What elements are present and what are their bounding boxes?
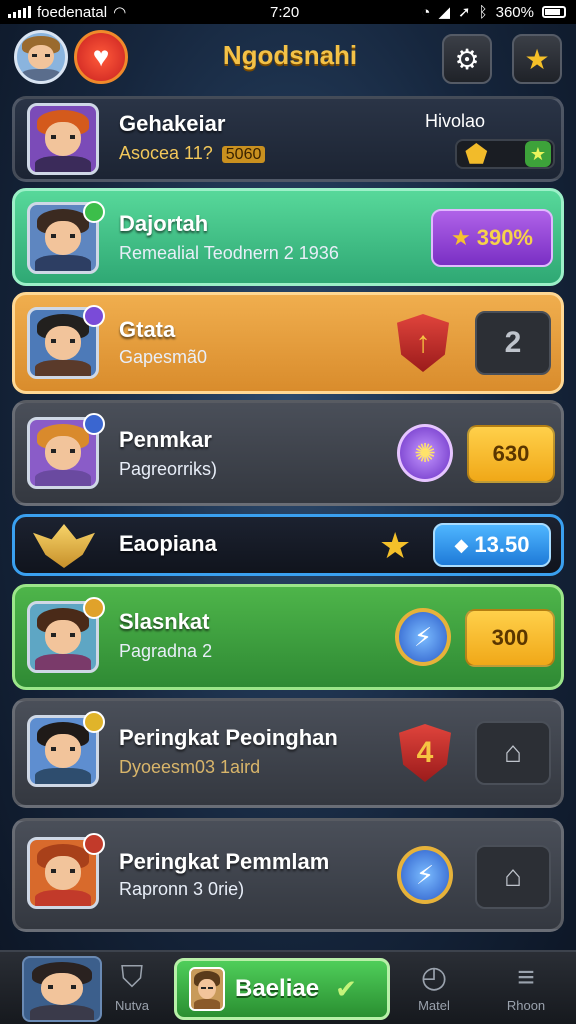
player-subtitle: Asocea 11? 5060 xyxy=(119,143,266,164)
player-name: Slasnkat xyxy=(119,609,210,634)
player-subtitle: Gapesmã0 xyxy=(119,347,208,367)
status-dot-icon xyxy=(83,201,105,223)
gem-icon: ◆ xyxy=(454,534,469,555)
status-bar: foedenatal ◠ 7:20 ◔ ◢ ➚ ᛒ 360% xyxy=(0,0,576,24)
clock-icon: ◴ xyxy=(420,961,448,994)
alarm-icon: ◔ xyxy=(421,3,431,21)
list-item[interactable]: Slasnkat Pagradna 2 ⚡ 300 xyxy=(12,584,564,690)
check-icon: ✔ xyxy=(335,973,357,1004)
status-dot-icon xyxy=(83,305,105,327)
list-item[interactable]: Gehakeiar Asocea 11? 5060 Hivolao ⬟ ★ xyxy=(12,96,564,182)
player-name: Gtata xyxy=(119,317,176,342)
wifi-icon: ◠ xyxy=(113,4,127,21)
lightning-orb-icon: ⚡ xyxy=(397,845,453,905)
reward-button[interactable]: 300 xyxy=(465,609,555,667)
player-subtitle: Pagreorriks) xyxy=(119,459,218,479)
nav-item-rhoon[interactable]: ≡ Rhoon xyxy=(486,958,566,1013)
star-icon: ★ xyxy=(450,225,471,250)
reward-button[interactable]: ★ 390% xyxy=(431,209,553,267)
signal-icon xyxy=(8,6,31,18)
reward-value: 390% xyxy=(476,225,533,250)
player-name: Peringkat Pemmlam xyxy=(119,849,330,874)
status-dot-icon xyxy=(83,413,105,435)
star-icon[interactable]: ★ xyxy=(512,34,562,84)
list-item-highlighted[interactable]: Eaopiana ★ ◆ 13.50 xyxy=(12,514,564,576)
bluetooth-icon: ᛒ xyxy=(478,3,488,21)
page-title: Ngodsnahi xyxy=(222,40,358,70)
list-item[interactable]: Penmkar Pagreorriks) ✺ 630 xyxy=(12,400,564,506)
reward-value: 13.50 xyxy=(474,532,530,557)
player-name: Penmkar xyxy=(119,427,212,452)
list-item[interactable]: Peringkat Pemmlam Rapronn 3 0rie) ⚡ ⌂ xyxy=(12,818,564,932)
shield-icon: ⬟ xyxy=(465,139,488,169)
nav-item-nutva[interactable]: ⛉ Nutva xyxy=(92,958,172,1013)
player-name: Gehakeiar xyxy=(119,111,226,136)
progress-bar: ⬟ ★ xyxy=(455,139,555,169)
menu-icon: ≡ xyxy=(517,961,535,994)
reward-value: 630 xyxy=(492,441,530,466)
locked-slot[interactable]: ⌂ xyxy=(475,721,551,785)
score-tag: 5060 xyxy=(221,146,266,163)
list-item[interactable]: Peringkat Peoinghan Dyoeesm03 1aird 4 ⌂ xyxy=(12,698,564,808)
rank-label: Hivolao xyxy=(425,111,486,131)
gem-orb-icon: ✺ xyxy=(397,423,453,483)
nav-avatar[interactable] xyxy=(22,956,102,1022)
status-dot-icon xyxy=(83,833,105,855)
avatar xyxy=(27,103,99,175)
reward-button[interactable]: ◆ 13.50 xyxy=(433,523,551,567)
player-name: Peringkat Peoinghan xyxy=(119,725,338,750)
battle-label: Baeliae xyxy=(235,975,320,1002)
nav-item-matel[interactable]: ◴ Matel xyxy=(394,958,474,1013)
status-dot-icon xyxy=(83,711,105,733)
clock: 7:20 xyxy=(270,3,300,21)
hero-portrait-icon xyxy=(189,967,225,1011)
player-name: Eaopiana xyxy=(119,531,217,556)
rank-slot[interactable]: 2 xyxy=(475,311,551,375)
shield-icon: ⛉ xyxy=(120,961,144,994)
battle-button[interactable]: Baeliae ✔ xyxy=(174,958,390,1020)
signal-strength-icon: ◢ xyxy=(438,4,451,21)
lightning-orb-icon: ⚡ xyxy=(395,607,451,667)
bottom-nav: ⛉ Nutva Baeliae ✔ ◴ Matel ≡ Rhoon xyxy=(0,950,576,1024)
carrier-name: foedenatal xyxy=(37,3,108,21)
locked-slot[interactable]: ⌂ xyxy=(475,845,551,909)
list-item[interactable]: Gtata Gapesmã0 ↑ 2 xyxy=(12,292,564,394)
winged-helmet-icon xyxy=(29,519,99,573)
reward-button[interactable]: 630 xyxy=(467,425,555,483)
rank-shield-icon: 4 xyxy=(397,723,453,783)
player-subtitle: Dyoeesm03 1aird xyxy=(119,757,261,777)
player-name: Dajortah xyxy=(119,211,209,236)
location-icon: ➚ xyxy=(458,4,471,21)
star-icon: ★ xyxy=(379,525,412,566)
battery-percent: 360% xyxy=(495,3,534,21)
rank-shield-icon: ↑ xyxy=(395,313,451,373)
header: ♥ Ngodsnahi ⚙ ★ xyxy=(0,28,576,88)
player-subtitle: Remealial Teodnern 2 1936 xyxy=(119,243,339,263)
settings-gear-icon[interactable]: ⚙ xyxy=(442,34,492,84)
heart-icon[interactable]: ♥ xyxy=(74,30,128,84)
star-icon: ★ xyxy=(525,141,551,167)
reward-value: 300 xyxy=(491,625,529,650)
player-subtitle: Rapronn 3 0rie) xyxy=(119,879,245,899)
battery-icon xyxy=(542,6,566,18)
profile-avatar-button[interactable] xyxy=(14,30,68,84)
player-subtitle: Pagradna 2 xyxy=(119,641,213,661)
list-item[interactable]: Dajortah Remealial Teodnern 2 1936 ★ 390… xyxy=(12,188,564,286)
status-dot-icon xyxy=(83,597,105,619)
